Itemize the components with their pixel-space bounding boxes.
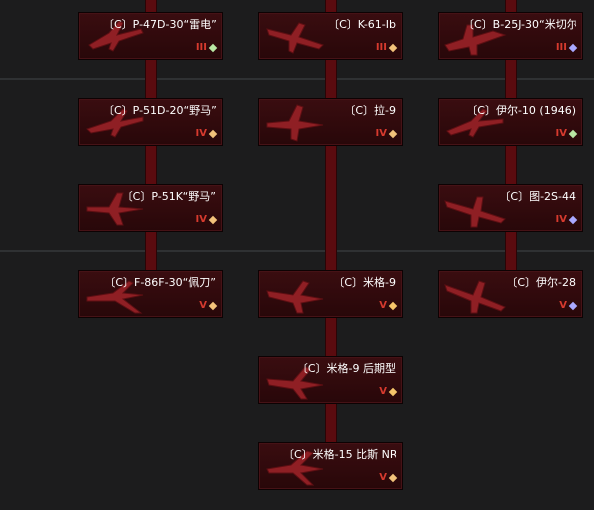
tree-connector (325, 404, 337, 442)
vehicle-rank: III (555, 42, 578, 53)
vehicle-rank: III (195, 42, 218, 53)
vehicle-name: 〔C〕P-47D-30“雷电” (103, 18, 216, 31)
tree-connector (145, 60, 157, 98)
vehicle-name: 〔C〕B-25J-30“米切尔” (463, 18, 576, 31)
research-tree: 〔C〕P-47D-30“雷电” III 〔C〕P-51D-20“野马” IV 〔… (0, 0, 594, 510)
vehicle-rank: IV (195, 214, 218, 225)
vehicle-rank: IV (375, 128, 398, 139)
vehicle-rank: IV (195, 128, 218, 139)
vehicle-card[interactable]: 〔C〕P-51K“野马” IV (78, 184, 223, 232)
vehicle-name: 〔C〕米格-9 (333, 276, 396, 289)
vehicle-card[interactable]: 〔C〕F-86F-30“佩刀” V (78, 270, 223, 318)
vehicle-card[interactable]: 〔C〕P-51D-20“野马” IV (78, 98, 223, 146)
rank-numeral: III (375, 42, 387, 53)
vehicle-card[interactable]: 〔C〕K-61-Ib III (258, 12, 403, 60)
vehicle-type-gem-icon (208, 43, 218, 52)
vehicle-name: 〔C〕P-51K“野马” (121, 190, 216, 203)
tree-connector (505, 60, 517, 98)
vehicle-card[interactable]: 〔C〕图-2S-44 IV (438, 184, 583, 232)
rank-numeral: V (379, 300, 387, 311)
vehicle-name: 〔C〕伊尔-10 (1946) (466, 104, 576, 117)
vehicle-card[interactable]: 〔C〕拉-9 IV (258, 98, 403, 146)
vehicle-type-gem-icon (568, 215, 578, 224)
vehicle-type-gem-icon (388, 387, 398, 396)
vehicle-type-gem-icon (388, 43, 398, 52)
vehicle-name: 〔C〕拉-9 (344, 104, 396, 117)
vehicle-card[interactable]: 〔C〕P-47D-30“雷电” III (78, 12, 223, 60)
rank-numeral: V (199, 300, 207, 311)
vehicle-card[interactable]: 〔C〕B-25J-30“米切尔” III (438, 12, 583, 60)
vehicle-name: 〔C〕图-2S-44 (499, 190, 576, 203)
vehicle-type-gem-icon (208, 301, 218, 310)
rank-numeral: III (195, 42, 207, 53)
vehicle-card[interactable]: 〔C〕伊尔-28 V (438, 270, 583, 318)
rank-numeral: IV (195, 128, 207, 139)
vehicle-card[interactable]: 〔C〕米格-9 V (258, 270, 403, 318)
tree-connector (145, 232, 157, 270)
tree-connector (325, 60, 337, 98)
tree-connector (505, 146, 517, 184)
tree-connector (325, 318, 337, 356)
vehicle-name: 〔C〕米格-15 比斯 NR-23 (283, 448, 396, 461)
vehicle-name: 〔C〕伊尔-28 (506, 276, 576, 289)
rank-numeral: V (379, 472, 387, 483)
vehicle-rank: V (379, 386, 398, 397)
vehicle-type-gem-icon (208, 129, 218, 138)
rank-numeral: IV (375, 128, 387, 139)
tree-connector (505, 232, 517, 270)
vehicle-rank: III (375, 42, 398, 53)
vehicle-type-gem-icon (568, 43, 578, 52)
rank-numeral: IV (555, 128, 567, 139)
vehicle-card[interactable]: 〔C〕伊尔-10 (1946) IV (438, 98, 583, 146)
tree-connector (325, 146, 337, 270)
vehicle-name: 〔C〕K-61-Ib (328, 18, 396, 31)
vehicle-rank: V (379, 300, 398, 311)
tree-connector (505, 0, 517, 12)
rank-numeral: V (379, 386, 387, 397)
vehicle-rank: V (379, 472, 398, 483)
tree-connector (145, 0, 157, 12)
vehicle-card[interactable]: 〔C〕米格-15 比斯 NR-23 V (258, 442, 403, 490)
tree-connector (145, 146, 157, 184)
rank-numeral: IV (555, 214, 567, 225)
rank-numeral: IV (195, 214, 207, 225)
vehicle-rank: V (559, 300, 578, 311)
vehicle-type-gem-icon (208, 215, 218, 224)
vehicle-rank: IV (555, 128, 578, 139)
vehicle-name: 〔C〕米格-9 后期型 (296, 362, 396, 375)
vehicle-type-gem-icon (388, 473, 398, 482)
vehicle-card[interactable]: 〔C〕米格-9 后期型 V (258, 356, 403, 404)
vehicle-type-gem-icon (568, 129, 578, 138)
vehicle-type-gem-icon (388, 129, 398, 138)
rank-numeral: III (555, 42, 567, 53)
tree-connector (325, 0, 337, 12)
vehicle-type-gem-icon (388, 301, 398, 310)
rank-numeral: V (559, 300, 567, 311)
vehicle-rank: V (199, 300, 218, 311)
vehicle-name: 〔C〕F-86F-30“佩刀” (104, 276, 216, 289)
vehicle-type-gem-icon (568, 301, 578, 310)
vehicle-rank: IV (555, 214, 578, 225)
vehicle-name: 〔C〕P-51D-20“野马” (103, 104, 216, 117)
